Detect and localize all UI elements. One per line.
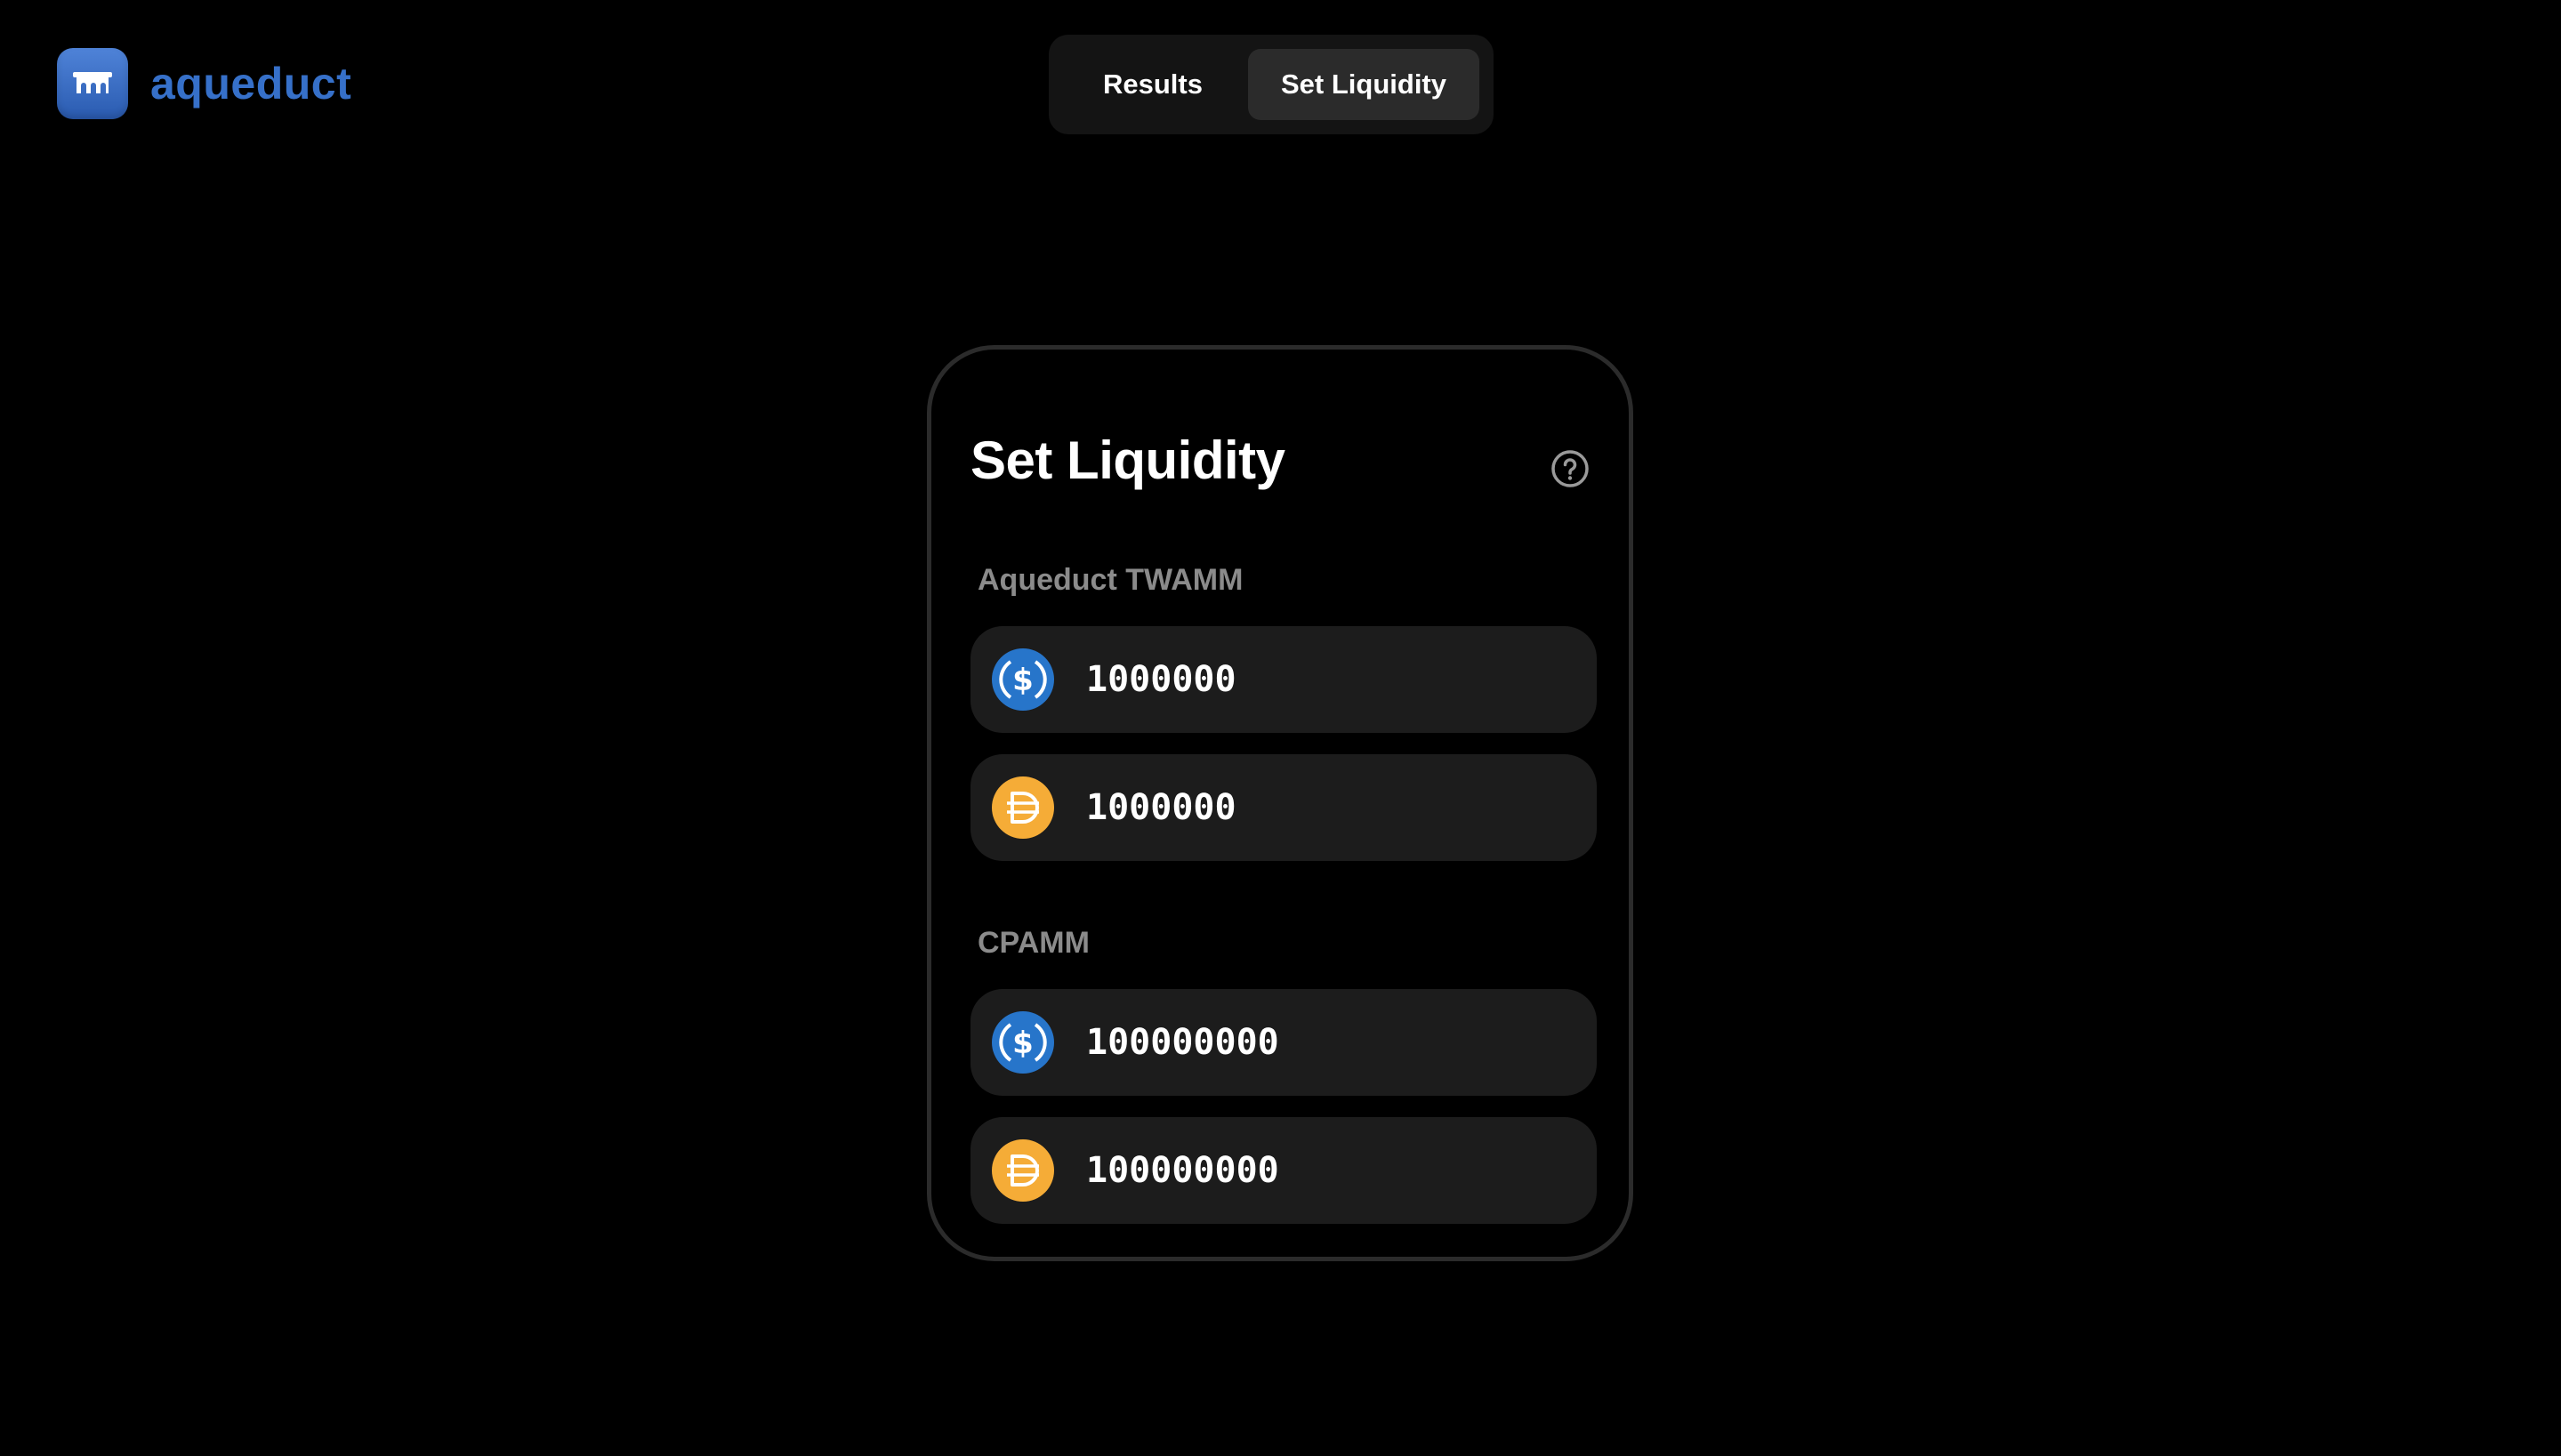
twamm-usdc-row: $ — [970, 626, 1597, 733]
dai-icon — [992, 776, 1054, 839]
cpamm-dai-amount-input[interactable] — [1086, 1139, 1566, 1202]
cpamm-usdc-amount-input[interactable] — [1086, 1011, 1566, 1074]
view-switcher: Results Set Liquidity — [1049, 35, 1494, 134]
usdc-icon: $ — [992, 648, 1054, 711]
dai-icon — [992, 1139, 1054, 1202]
tab-set-liquidity[interactable]: Set Liquidity — [1248, 49, 1479, 120]
aqueduct-logo-icon — [57, 48, 128, 119]
section-label-twamm: Aqueduct TWAMM — [978, 563, 1244, 597]
set-liquidity-card: Set Liquidity Aqueduct TWAMM $ CPAMM — [927, 345, 1633, 1261]
cpamm-usdc-row: $ — [970, 989, 1597, 1096]
twamm-dai-row — [970, 754, 1597, 861]
svg-text:$: $ — [1012, 1026, 1034, 1061]
section-label-cpamm: CPAMM — [978, 926, 1090, 960]
svg-text:$: $ — [1012, 663, 1034, 698]
question-circle-icon[interactable] — [1550, 449, 1590, 488]
card-title: Set Liquidity — [970, 430, 1285, 490]
app-logo[interactable]: aqueduct — [57, 48, 351, 119]
cpamm-dai-row — [970, 1117, 1597, 1224]
tab-results[interactable]: Results — [1063, 49, 1243, 120]
twamm-dai-amount-input[interactable] — [1086, 776, 1566, 839]
app-name: aqueduct — [150, 59, 352, 109]
twamm-usdc-amount-input[interactable] — [1086, 648, 1566, 711]
usdc-icon: $ — [992, 1011, 1054, 1074]
